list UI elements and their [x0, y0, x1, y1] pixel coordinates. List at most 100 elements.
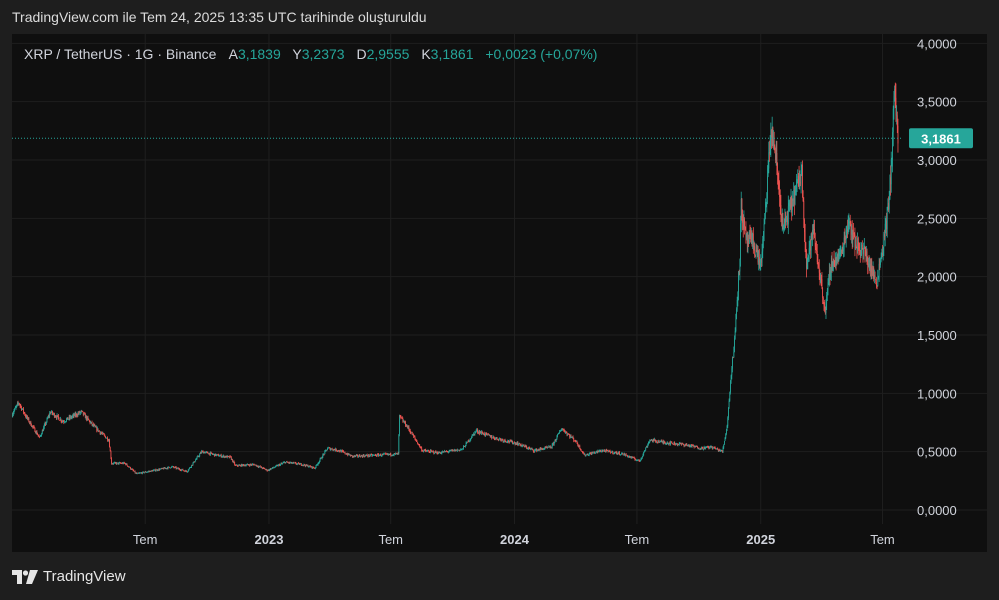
candle-body [612, 451, 614, 454]
y-tick-label: 3,5000 [917, 95, 957, 110]
x-tick-label: Tem [378, 532, 403, 547]
candle-body [732, 357, 733, 369]
footer-brand[interactable]: TradingView [12, 568, 126, 585]
candle-body [182, 469, 184, 471]
y-tick-label: 2,5000 [917, 211, 957, 226]
x-tick-label: Tem [133, 532, 158, 547]
candle-body [414, 436, 416, 439]
y-tick-label: 0,0000 [917, 503, 957, 518]
y-tick-label: 1,0000 [917, 386, 957, 401]
candle-body [888, 199, 890, 210]
candle-body [580, 449, 582, 451]
candle-body [557, 434, 558, 437]
y-tick-label: 0,5000 [917, 445, 957, 460]
candle-body [434, 453, 435, 454]
time-axis[interactable]: Tem 2023 Tem 2024 Tem 2025 Tem [133, 532, 895, 547]
price-chart[interactable]: 4,0000 3,5000 3,0000 2,5000 2,0000 1,5000 1,00… [12, 34, 987, 552]
x-tick-label: Tem [625, 532, 650, 547]
x-tick-label: Tem [870, 532, 895, 547]
price-axis[interactable]: 4,0000 3,5000 3,0000 2,5000 2,0000 1,5000 1,00… [917, 36, 957, 518]
chart-panel[interactable]: 4,0000 3,5000 3,0000 2,5000 2,0000 1,5000 1,00… [12, 34, 987, 552]
candle-body [734, 338, 735, 352]
candle-body [767, 176, 768, 199]
candle-body [805, 242, 807, 250]
candle-body [645, 447, 647, 451]
candle-body [399, 415, 400, 435]
high-value: 3,2373 [302, 46, 345, 62]
candle-body [111, 458, 112, 464]
x-tick-label: 2023 [255, 532, 284, 547]
candle-body [723, 444, 725, 448]
candle-body [897, 125, 899, 144]
close-value: 3,1861 [431, 46, 474, 62]
candle-body [207, 452, 209, 454]
candle-body [14, 408, 16, 411]
candle-body [58, 417, 60, 421]
last-price-tag-text: 3,1861 [921, 131, 961, 146]
candle-body [726, 430, 727, 434]
open-value: 3,1839 [238, 46, 281, 62]
candle-body [110, 451, 112, 459]
y-tick-label: 1,5000 [917, 328, 957, 343]
candle-body [496, 437, 498, 440]
candle-body [754, 246, 756, 256]
candle-body [104, 435, 106, 437]
candle-body [196, 457, 198, 459]
last-price-tag: 3,1861 [909, 128, 973, 149]
candle-body [735, 319, 737, 332]
candle-body [804, 232, 806, 243]
candle-body [728, 407, 729, 418]
candle-body [876, 282, 877, 286]
candle-body [821, 279, 823, 289]
candle-body [41, 434, 42, 436]
symbol-name: XRP / TetherUS · 1G · Binance [24, 46, 217, 62]
candle-body [671, 442, 673, 444]
candle-body [803, 201, 805, 220]
candle-body [505, 440, 507, 442]
candle-body [744, 219, 745, 227]
change-value: +0,0023 (+0,07%) [485, 46, 597, 62]
candle-body [465, 446, 466, 447]
symbol-legend: XRP / TetherUS · 1G · Binance A3,1839 Y3… [24, 46, 597, 62]
candle-body [109, 440, 110, 448]
low-label: D [356, 46, 366, 62]
candle-body [724, 441, 725, 445]
candle-body [87, 417, 89, 419]
candle-body [390, 453, 392, 456]
low-value: 2,9555 [367, 46, 410, 62]
candle-body [585, 455, 587, 457]
candle-body [776, 152, 778, 164]
candle-body [126, 463, 128, 466]
candle-body [195, 459, 197, 462]
candle-body [192, 463, 194, 466]
candle-body [185, 470, 187, 472]
x-tick-label: 2024 [500, 532, 530, 547]
candle-body [400, 415, 402, 418]
footer-brand-name: TradingView [43, 568, 126, 585]
candle-body [155, 470, 157, 472]
candle-body [398, 434, 400, 454]
chart-caption: TradingView.com ile Tem 24, 2025 13:35 U… [12, 9, 427, 25]
candle-body [199, 454, 201, 457]
candle-body [802, 164, 803, 192]
candle-body [874, 275, 876, 280]
candle-body [822, 297, 824, 303]
candle-body [702, 447, 704, 450]
candle-body [23, 408, 24, 413]
candle-body [573, 438, 575, 441]
candle-body [625, 454, 627, 456]
candle-body [327, 448, 328, 450]
candle-body [344, 451, 346, 454]
grid-lines [12, 34, 987, 524]
y-tick-label: 2,0000 [917, 270, 957, 285]
y-tick-label: 3,0000 [917, 153, 957, 168]
candle-body [733, 351, 735, 358]
candle-body [619, 452, 620, 455]
y-tick-label: 4,0000 [917, 36, 957, 51]
candle-body [331, 448, 333, 450]
tradingview-logo-icon [12, 569, 38, 584]
candle-body [656, 440, 658, 442]
candle-body [127, 465, 129, 467]
candle-body [610, 452, 612, 453]
candle-body [144, 472, 145, 474]
